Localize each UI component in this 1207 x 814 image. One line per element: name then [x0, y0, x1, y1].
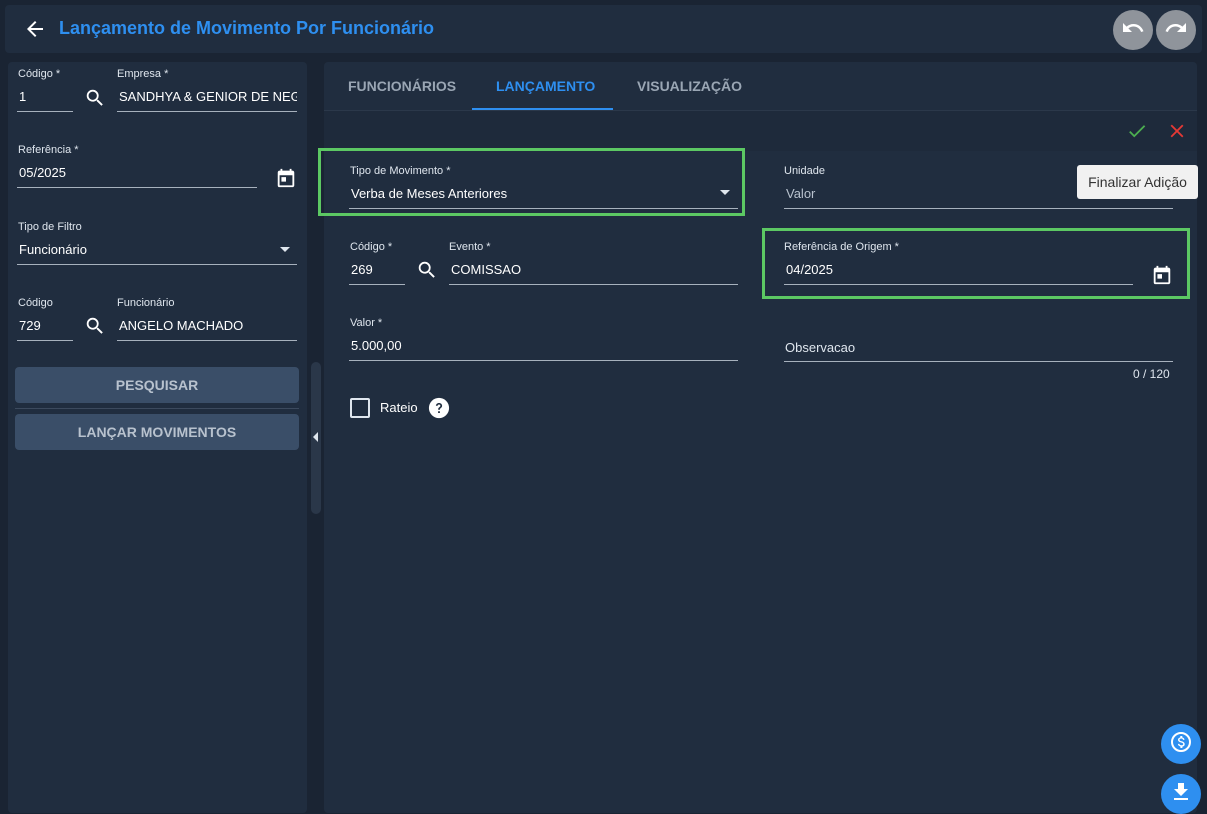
- tipo-movimento-select[interactable]: Verba de Meses Anteriores: [351, 186, 701, 201]
- codigo-underline: [17, 111, 73, 112]
- back-arrow-icon[interactable]: [23, 17, 47, 41]
- funcionario-underline: [117, 340, 297, 341]
- valor-underline: [349, 360, 738, 361]
- undo-icon: [1121, 16, 1145, 45]
- evento-codigo-label: Código *: [350, 241, 393, 253]
- button-divider: [15, 408, 299, 409]
- tab-funcionarios[interactable]: FUNCIONÁRIOS: [348, 78, 456, 94]
- tipo-movimento-label: Tipo de Movimento *: [350, 165, 451, 177]
- pesquisar-button[interactable]: PESQUISAR: [15, 367, 299, 403]
- valor-label: Valor *: [350, 317, 383, 329]
- dropdown-arrow-icon[interactable]: [718, 186, 732, 200]
- download-fab-button[interactable]: [1161, 774, 1201, 814]
- finalizar-adicao-tooltip: Finalizar Adição: [1077, 165, 1198, 199]
- search-icon[interactable]: [415, 258, 439, 282]
- collapse-arrow-icon[interactable]: [313, 432, 318, 442]
- tipo-movimento-underline: [349, 208, 738, 209]
- unidade-underline: [784, 208, 1173, 209]
- codigo-label: Código *: [18, 68, 61, 80]
- valor-field[interactable]: 5.000,00: [351, 338, 731, 353]
- redo-button[interactable]: [1156, 10, 1196, 50]
- form-toolbar: [324, 111, 1197, 151]
- tipo-filtro-underline: [17, 264, 297, 265]
- tipo-filtro-label: Tipo de Filtro: [18, 221, 82, 233]
- referencia-field[interactable]: 05/2025: [19, 165, 249, 180]
- redo-icon: [1164, 16, 1188, 45]
- referencia-label: Referência *: [18, 144, 79, 156]
- app-header: Lançamento de Movimento Por Funcionário: [5, 5, 1202, 53]
- tipo-movimento-highlight: [318, 148, 745, 216]
- evento-codigo-field[interactable]: 269: [351, 262, 401, 277]
- tab-visualizacao[interactable]: VISUALIZAÇÃO: [637, 78, 742, 94]
- evento-codigo-underline: [349, 284, 405, 285]
- ref-origem-underline: [784, 284, 1133, 285]
- rateio-checkbox[interactable]: [350, 398, 370, 418]
- func-codigo-underline: [17, 340, 73, 341]
- empresa-field[interactable]: SANDHYA & GENIOR DE NEGO: [119, 89, 297, 104]
- evento-label: Evento *: [449, 241, 491, 253]
- calendar-icon[interactable]: [1150, 263, 1174, 287]
- ref-origem-field[interactable]: 04/2025: [786, 262, 1106, 277]
- dropdown-arrow-icon[interactable]: [278, 243, 292, 257]
- evento-underline: [449, 284, 738, 285]
- func-codigo-label: Código: [18, 297, 53, 309]
- filter-panel: Código * 1 Empresa * SANDHYA & GENIOR DE…: [8, 62, 307, 813]
- empresa-label: Empresa *: [117, 68, 169, 80]
- func-codigo-field[interactable]: 729: [19, 318, 71, 333]
- lancar-movimentos-button[interactable]: LANÇAR MOVIMENTOS: [15, 414, 299, 450]
- download-icon: [1169, 780, 1193, 809]
- tipo-filtro-select[interactable]: Funcionário: [19, 242, 259, 257]
- search-icon[interactable]: [83, 86, 107, 110]
- rateio-label: Rateio: [380, 400, 418, 415]
- tab-lancamento[interactable]: LANÇAMENTO: [496, 78, 595, 94]
- funcionario-field[interactable]: ANGELO MACHADO: [119, 318, 297, 333]
- page-title: Lançamento de Movimento Por Funcionário: [59, 18, 435, 38]
- referencia-underline: [17, 187, 257, 188]
- ref-origem-label: Referência de Origem *: [784, 241, 899, 253]
- cancel-close-icon[interactable]: [1166, 120, 1188, 142]
- observacao-field[interactable]: Observacao: [785, 340, 1165, 355]
- currency-fab-button[interactable]: [1161, 724, 1201, 764]
- empresa-underline: [117, 111, 297, 112]
- undo-button[interactable]: [1113, 10, 1153, 50]
- observacao-counter: 0 / 120: [1133, 367, 1170, 381]
- confirm-check-icon[interactable]: [1126, 120, 1148, 142]
- help-icon[interactable]: [428, 397, 450, 419]
- dollar-icon: [1169, 730, 1193, 759]
- funcionario-label: Funcionário: [117, 297, 175, 309]
- observacao-underline: [784, 361, 1173, 362]
- unidade-label: Unidade: [784, 165, 825, 177]
- unidade-field: Valor: [786, 186, 816, 201]
- calendar-icon[interactable]: [274, 166, 298, 190]
- search-icon[interactable]: [83, 314, 107, 338]
- evento-field[interactable]: COMISSAO: [451, 262, 731, 277]
- codigo-field[interactable]: 1: [19, 89, 71, 104]
